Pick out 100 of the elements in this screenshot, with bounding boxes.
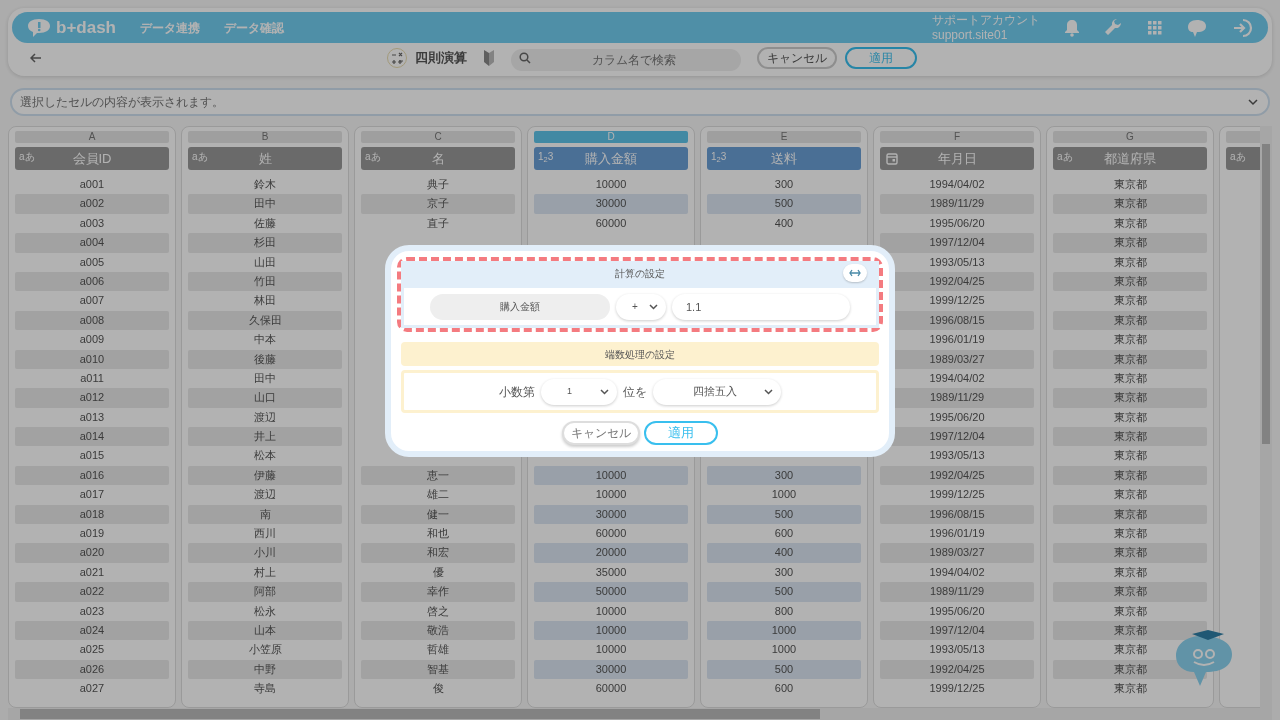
table-cell[interactable]: 田中 — [188, 368, 342, 389]
table-cell[interactable]: 和宏 — [361, 543, 515, 563]
table-cell[interactable]: a008 — [15, 310, 169, 331]
table-cell[interactable]: 1992/04/25 — [880, 465, 1034, 486]
table-cell[interactable]: 10000 — [534, 601, 688, 621]
operator-select[interactable]: + — [616, 293, 666, 320]
table-cell[interactable]: a013 — [15, 407, 169, 428]
table-cell[interactable]: 60000 — [534, 213, 688, 234]
table-cell[interactable]: 松本 — [188, 446, 342, 466]
table-cell[interactable]: a025 — [15, 640, 169, 660]
table-cell[interactable]: 30000 — [534, 194, 688, 214]
column-header[interactable]: aあ 姓 — [188, 147, 342, 170]
table-cell[interactable]: 久保田 — [188, 310, 342, 331]
table-cell[interactable]: 300 — [707, 465, 861, 486]
table-cell[interactable]: 東京都 — [1053, 427, 1207, 447]
table-cell[interactable]: a016 — [15, 465, 169, 486]
table-cell[interactable]: 1997/12/04 — [880, 621, 1034, 641]
table-cell[interactable]: a010 — [15, 349, 169, 369]
table-cell[interactable]: a015 — [15, 446, 169, 466]
table-cell[interactable]: 東京都 — [1053, 310, 1207, 331]
table-cell[interactable]: 健一 — [361, 504, 515, 525]
table-cell[interactable]: 50000 — [534, 582, 688, 602]
vertical-scrollbar[interactable] — [1260, 126, 1272, 708]
table-cell[interactable]: 佐藤 — [188, 213, 342, 234]
table-cell[interactable]: a011 — [15, 368, 169, 389]
table-cell[interactable]: 60000 — [534, 679, 688, 699]
table-cell[interactable]: a002 — [15, 194, 169, 214]
table-cell[interactable]: a027 — [15, 679, 169, 699]
table-cell[interactable]: 1995/06/20 — [880, 213, 1034, 234]
table-cell[interactable]: 東京都 — [1053, 213, 1207, 234]
table-cell[interactable]: 典子 — [361, 175, 515, 195]
table-cell[interactable]: 東京都 — [1053, 621, 1207, 641]
table-cell[interactable]: 10000 — [534, 175, 688, 195]
table-cell[interactable]: 1997/12/04 — [880, 233, 1034, 253]
table-cell[interactable]: 東京都 — [1053, 194, 1207, 214]
table-cell[interactable]: 井上 — [188, 427, 342, 447]
wrench-icon[interactable] — [1104, 17, 1124, 38]
table-cell[interactable]: 600 — [707, 524, 861, 544]
table-cell[interactable]: 1989/11/29 — [880, 582, 1034, 602]
table-cell[interactable]: 東京都 — [1053, 349, 1207, 369]
table-cell[interactable]: 500 — [707, 659, 861, 680]
table-cell[interactable]: a019 — [15, 524, 169, 544]
table-cell[interactable]: 鈴木 — [188, 175, 342, 195]
column-letter-header[interactable]: F — [880, 131, 1034, 143]
column-header[interactable]: 年月日 — [880, 147, 1034, 170]
table-cell[interactable]: 400 — [707, 543, 861, 563]
table-cell[interactable]: 西川 — [188, 524, 342, 544]
table-cell[interactable]: 東京都 — [1053, 446, 1207, 466]
table-cell[interactable]: 20000 — [534, 543, 688, 563]
table-cell[interactable]: 1999/12/25 — [880, 485, 1034, 505]
table-cell[interactable]: 東京都 — [1053, 252, 1207, 272]
column-letter-header[interactable]: G — [1053, 131, 1207, 143]
table-cell[interactable]: 田中 — [188, 194, 342, 214]
table-cell[interactable]: 京子 — [361, 194, 515, 214]
column-letter-header[interactable]: C — [361, 131, 515, 143]
cancel-button[interactable]: キャンセル — [562, 421, 640, 445]
table-cell[interactable]: 敬浩 — [361, 621, 515, 641]
table-cell[interactable]: 伊藤 — [188, 465, 342, 486]
table-cell[interactable]: 東京都 — [1053, 368, 1207, 389]
table-cell[interactable]: 竹田 — [188, 271, 342, 292]
horizontal-scrollbar[interactable] — [8, 708, 1272, 720]
table-cell[interactable]: a012 — [15, 388, 169, 408]
column-letter-header[interactable]: B — [188, 131, 342, 143]
table-cell[interactable]: 1989/03/27 — [880, 543, 1034, 563]
table-cell[interactable]: 後藤 — [188, 349, 342, 369]
table-cell[interactable]: a004 — [15, 233, 169, 253]
table-cell[interactable]: 東京都 — [1053, 291, 1207, 311]
table-cell[interactable]: 東京都 — [1053, 407, 1207, 428]
table-cell[interactable]: 400 — [707, 213, 861, 234]
back-arrow-icon[interactable] — [30, 53, 42, 63]
table-cell[interactable]: 松永 — [188, 601, 342, 621]
search-field[interactable]: カラム名で検索 — [511, 49, 741, 71]
table-cell[interactable]: 1989/11/29 — [880, 194, 1034, 214]
table-cell[interactable]: 300 — [707, 562, 861, 583]
table-cell[interactable]: 幸作 — [361, 582, 515, 602]
table-cell[interactable]: 10000 — [534, 465, 688, 486]
table-cell[interactable]: a026 — [15, 659, 169, 680]
table-cell[interactable]: 直子 — [361, 213, 515, 234]
logout-icon[interactable] — [1232, 17, 1254, 38]
table-cell[interactable]: a014 — [15, 427, 169, 447]
table-cell[interactable]: 500 — [707, 194, 861, 214]
table-cell[interactable]: 東京都 — [1053, 562, 1207, 583]
column-header[interactable]: aあ 名 — [361, 147, 515, 170]
table-cell[interactable]: 寺島 — [188, 679, 342, 699]
table-cell[interactable]: a006 — [15, 271, 169, 292]
decimal-place-select[interactable]: 1 — [541, 378, 617, 405]
table-cell[interactable]: 30000 — [534, 504, 688, 525]
table-cell[interactable]: 1000 — [707, 621, 861, 641]
table-cell[interactable]: 恵一 — [361, 465, 515, 486]
table-cell[interactable]: a022 — [15, 582, 169, 602]
table-cell[interactable]: 1993/05/13 — [880, 640, 1034, 660]
table-cell[interactable]: 東京都 — [1053, 465, 1207, 486]
table-cell[interactable]: 10000 — [534, 485, 688, 505]
column-header[interactable]: 1$_{2}$3 購入金額 — [534, 147, 688, 170]
table-cell[interactable]: 小笠原 — [188, 640, 342, 660]
table-cell[interactable]: 東京都 — [1053, 582, 1207, 602]
table-cell[interactable]: 渡辺 — [188, 407, 342, 428]
table-cell[interactable]: 東京都 — [1053, 504, 1207, 525]
table-cell[interactable]: 東京都 — [1053, 175, 1207, 195]
table-cell[interactable]: 30000 — [534, 659, 688, 680]
